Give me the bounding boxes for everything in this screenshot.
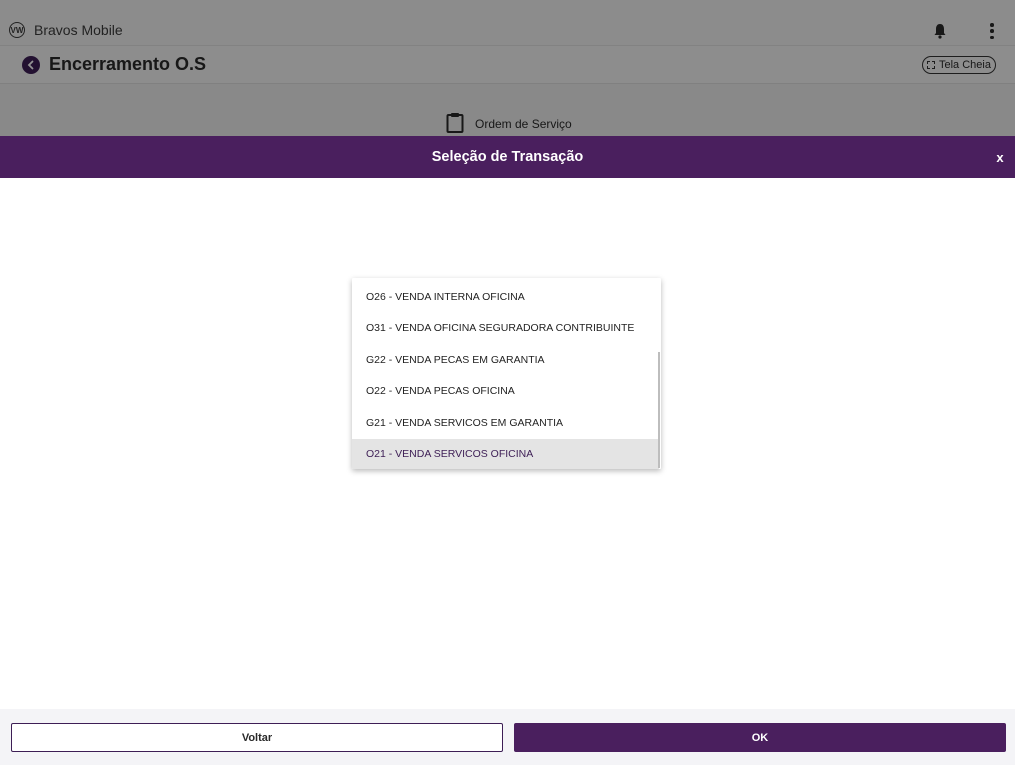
app-bar [0,0,1015,46]
vw-logo-icon: VW [9,22,25,38]
fullscreen-button[interactable]: Tela Cheia [922,56,996,74]
transaction-option[interactable]: G22 - VENDA PECAS EM GARANTIA [352,344,659,376]
clipboard-icon [446,112,464,133]
modal-title: Seleção de Transação [431,149,584,165]
back-button[interactable]: Voltar [11,723,503,752]
transaction-option[interactable]: G21 - VENDA SERVICOS EM GARANTIA [352,407,659,439]
ok-button[interactable]: OK [514,723,1006,752]
transaction-dropdown-list: O26 - VENDA INTERNA OFICINA O31 - VENDA … [352,278,661,469]
close-icon[interactable]: x [994,150,1006,165]
dropdown-scrollbar[interactable] [658,352,660,468]
section-title: Ordem de Serviço [475,117,572,131]
app-name: Bravos Mobile [34,22,123,38]
fullscreen-label: Tela Cheia [939,59,991,71]
transaction-option[interactable]: O22 - VENDA PECAS OFICINA [352,376,659,408]
transaction-option-selected[interactable]: O21 - VENDA SERVICOS OFICINA [352,438,659,469]
more-options-icon[interactable] [989,23,995,39]
transaction-option[interactable]: O31 - VENDA OFICINA SEGURADORA CONTRIBUI… [352,313,659,345]
back-arrow-icon[interactable] [22,56,40,74]
fullscreen-icon [927,61,935,69]
page-title: Encerramento O.S [49,54,207,74]
transaction-option[interactable]: O26 - VENDA INTERNA OFICINA [352,281,659,313]
notification-bell-icon[interactable] [933,23,947,39]
